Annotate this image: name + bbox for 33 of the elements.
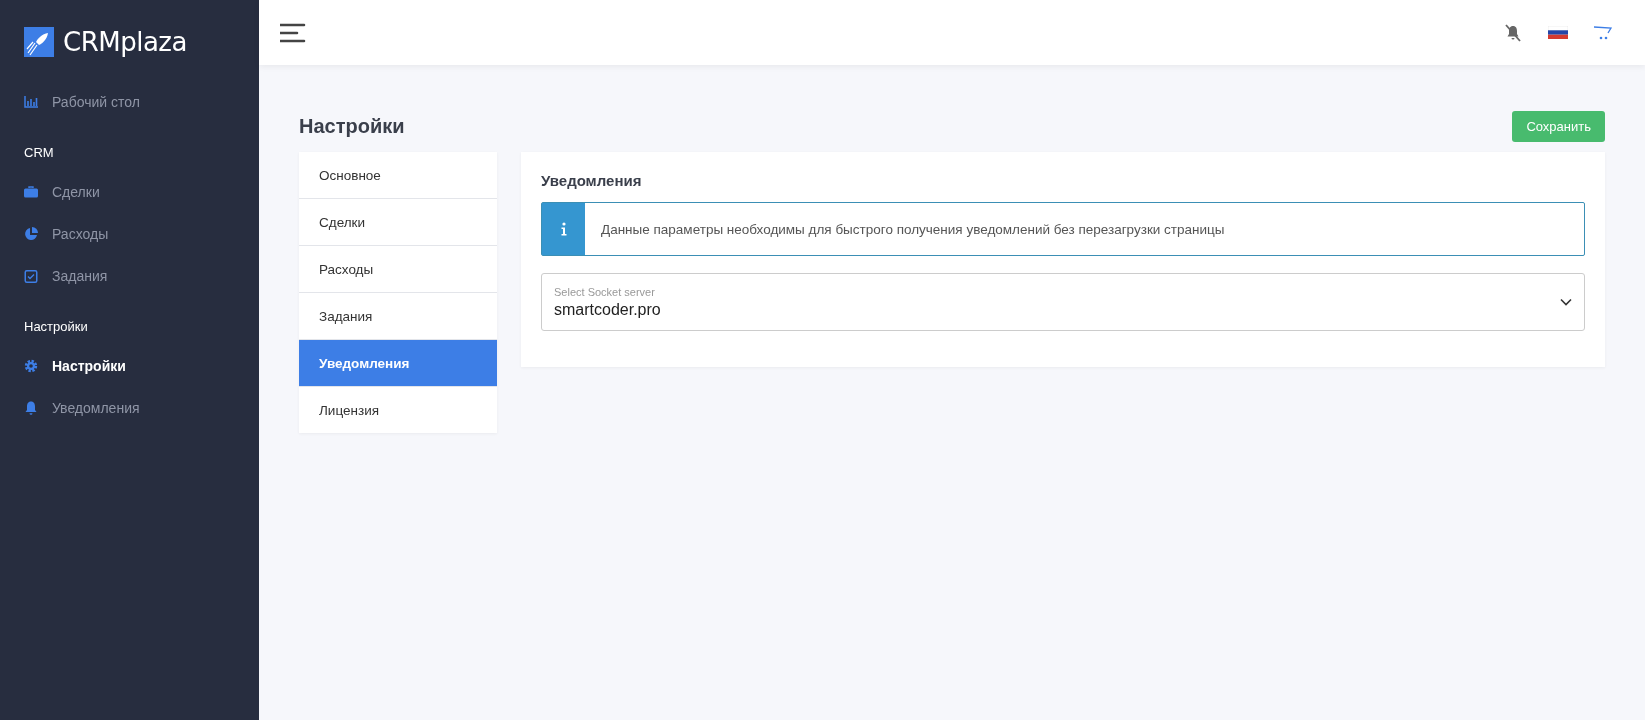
menu-icon[interactable] — [280, 22, 306, 43]
info-message: Данные параметры необходимы для быстрого получения уведомлений без перезагрузки страницы — [600, 221, 1225, 237]
select-value: smartcoder.pro — [554, 300, 661, 319]
page-title: Настройки — [299, 115, 405, 138]
settings-menu-item[interactable]: Основное — [299, 152, 497, 199]
info-icon — [560, 222, 567, 236]
bell-muted-icon[interactable] — [1503, 23, 1523, 42]
russian-flag-icon[interactable] — [1548, 26, 1568, 39]
settings-menu-item[interactable]: Уведомления — [299, 340, 497, 387]
settings-menu-item[interactable]: Расходы — [299, 246, 497, 293]
checkbox-icon — [24, 269, 38, 283]
rocket-logo-icon — [24, 27, 54, 57]
pie-chart-icon — [24, 227, 38, 241]
chevron-down-icon — [1560, 298, 1572, 306]
cart-icon[interactable] — [1593, 24, 1613, 41]
brand-name: CRMplaza — [63, 27, 187, 57]
section-heading: Настройки — [24, 319, 89, 336]
nav-item[interactable]: Расходы — [24, 213, 259, 255]
socket-server-select[interactable]: Select Socket server smartcoder.pro — [541, 273, 1585, 331]
nav-item[interactable]: Сделки — [24, 171, 259, 213]
nav-item[interactable]: Настройки — [24, 345, 259, 387]
briefcase-icon — [24, 186, 38, 198]
gear-icon — [24, 359, 38, 373]
nav-item[interactable]: Уведомления — [24, 387, 259, 429]
settings-menu-item[interactable]: Лицензия — [299, 387, 497, 433]
section-heading: CRM — [24, 145, 55, 162]
nav-item[interactable]: Рабочий стол — [24, 81, 259, 123]
bell-icon — [24, 401, 38, 415]
nav-item[interactable]: Задания — [24, 255, 259, 297]
settings-menu-item[interactable]: Сделки — [299, 199, 497, 246]
panel-title: Уведомления — [541, 172, 643, 189]
bar-chart-icon — [24, 96, 38, 108]
select-label: Select Socket server — [554, 285, 656, 298]
